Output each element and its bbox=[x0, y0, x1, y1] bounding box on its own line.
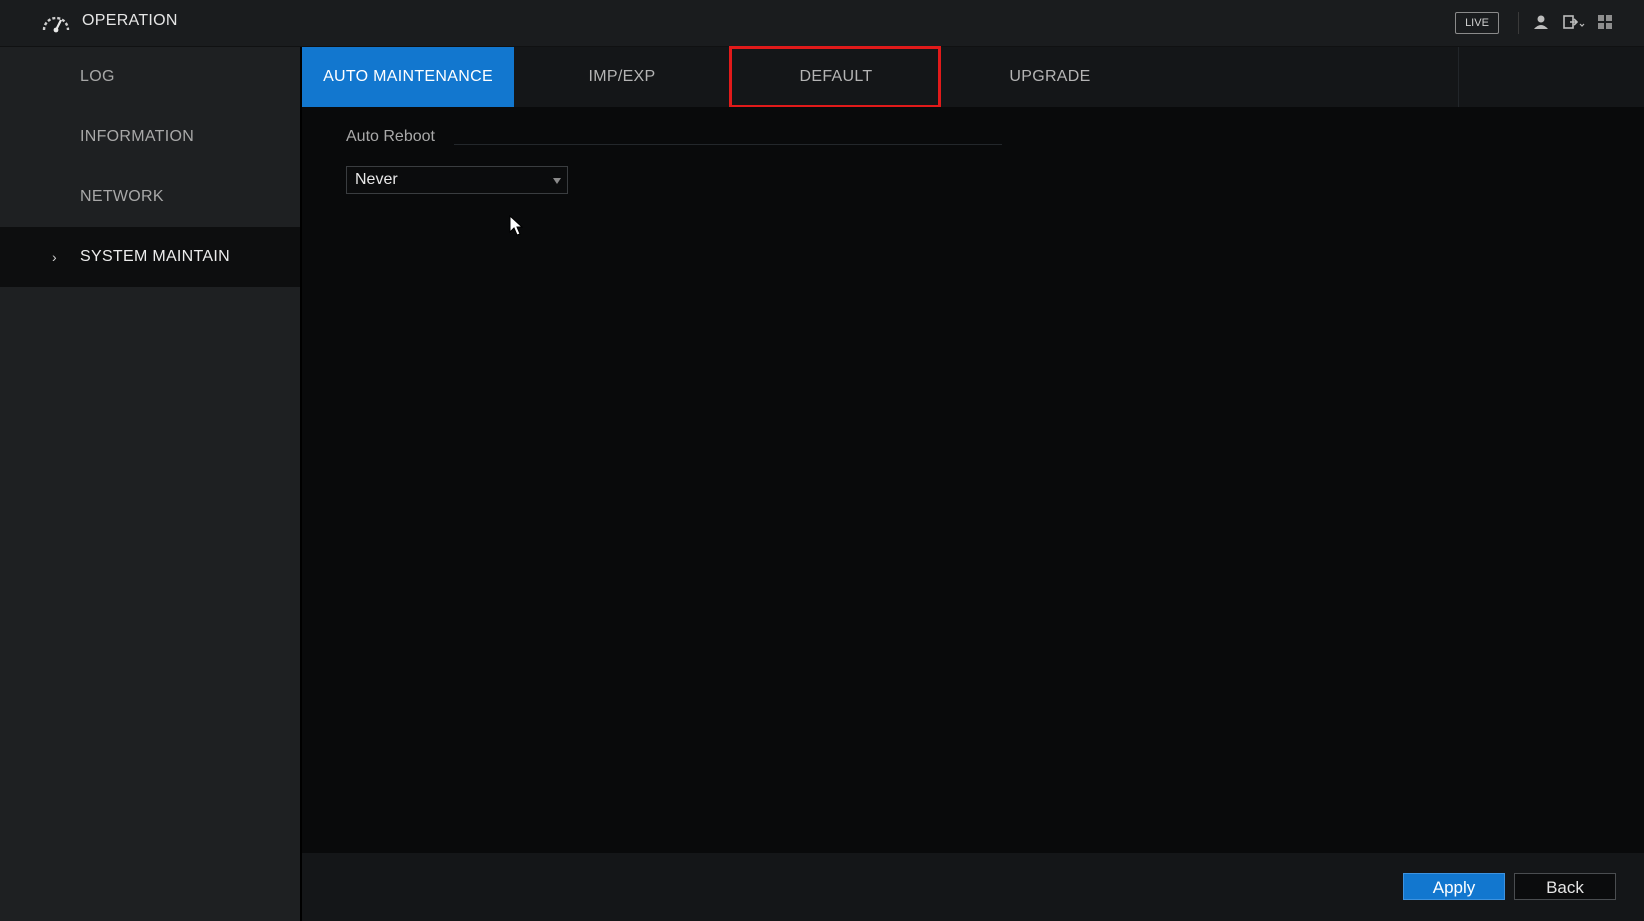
grid-icon[interactable] bbox=[1596, 13, 1614, 31]
tab-label: UPGRADE bbox=[1009, 68, 1091, 85]
sidebar-item-log[interactable]: LOG bbox=[0, 47, 300, 107]
tab-bar: AUTO MAINTENANCE IMP/EXP DEFAULT UPGRADE bbox=[302, 47, 1644, 107]
section-divider bbox=[454, 144, 1002, 145]
tab-label: AUTO MAINTENANCE bbox=[323, 68, 493, 85]
main-content bbox=[302, 107, 1644, 853]
tab-auto-maintenance[interactable]: AUTO MAINTENANCE bbox=[302, 47, 514, 107]
logout-icon[interactable] bbox=[1562, 13, 1586, 31]
apply-button[interactable]: Apply bbox=[1403, 873, 1505, 900]
sidebar-item-label: LOG bbox=[80, 68, 115, 85]
tab-imp-exp[interactable]: IMP/EXP bbox=[516, 47, 728, 107]
tab-label: DEFAULT bbox=[799, 68, 873, 85]
chevron-right-icon: › bbox=[52, 249, 57, 265]
live-button[interactable]: LIVE bbox=[1455, 12, 1499, 34]
user-icon[interactable] bbox=[1532, 13, 1550, 31]
speedometer-icon bbox=[42, 16, 70, 33]
sidebar-item-system-maintain[interactable]: › SYSTEM MAINTAIN bbox=[0, 227, 300, 287]
mouse-cursor-icon bbox=[509, 215, 523, 236]
sidebar-item-label: INFORMATION bbox=[80, 128, 195, 145]
chevron-down-icon[interactable] bbox=[553, 178, 561, 184]
divider bbox=[1518, 12, 1519, 34]
auto-reboot-label: Auto Reboot bbox=[346, 128, 435, 145]
select-value: Never bbox=[355, 171, 398, 188]
sidebar-item-label: SYSTEM MAINTAIN bbox=[80, 248, 230, 265]
auto-reboot-select[interactable]: Never bbox=[346, 166, 568, 194]
sidebar-item-information[interactable]: INFORMATION bbox=[0, 107, 300, 167]
tab-default[interactable]: DEFAULT bbox=[730, 47, 942, 107]
page-title: OPERATION bbox=[82, 12, 178, 29]
sidebar-item-network[interactable]: NETWORK bbox=[0, 167, 300, 227]
tab-upgrade[interactable]: UPGRADE bbox=[944, 47, 1156, 107]
tab-label: IMP/EXP bbox=[588, 68, 656, 85]
divider bbox=[1458, 47, 1459, 107]
sidebar: LOG INFORMATION NETWORK › SYSTEM MAINTAI… bbox=[0, 47, 300, 921]
top-bar: OPERATION LIVE bbox=[0, 0, 1644, 47]
sidebar-item-label: NETWORK bbox=[80, 188, 164, 205]
back-button[interactable]: Back bbox=[1514, 873, 1616, 900]
